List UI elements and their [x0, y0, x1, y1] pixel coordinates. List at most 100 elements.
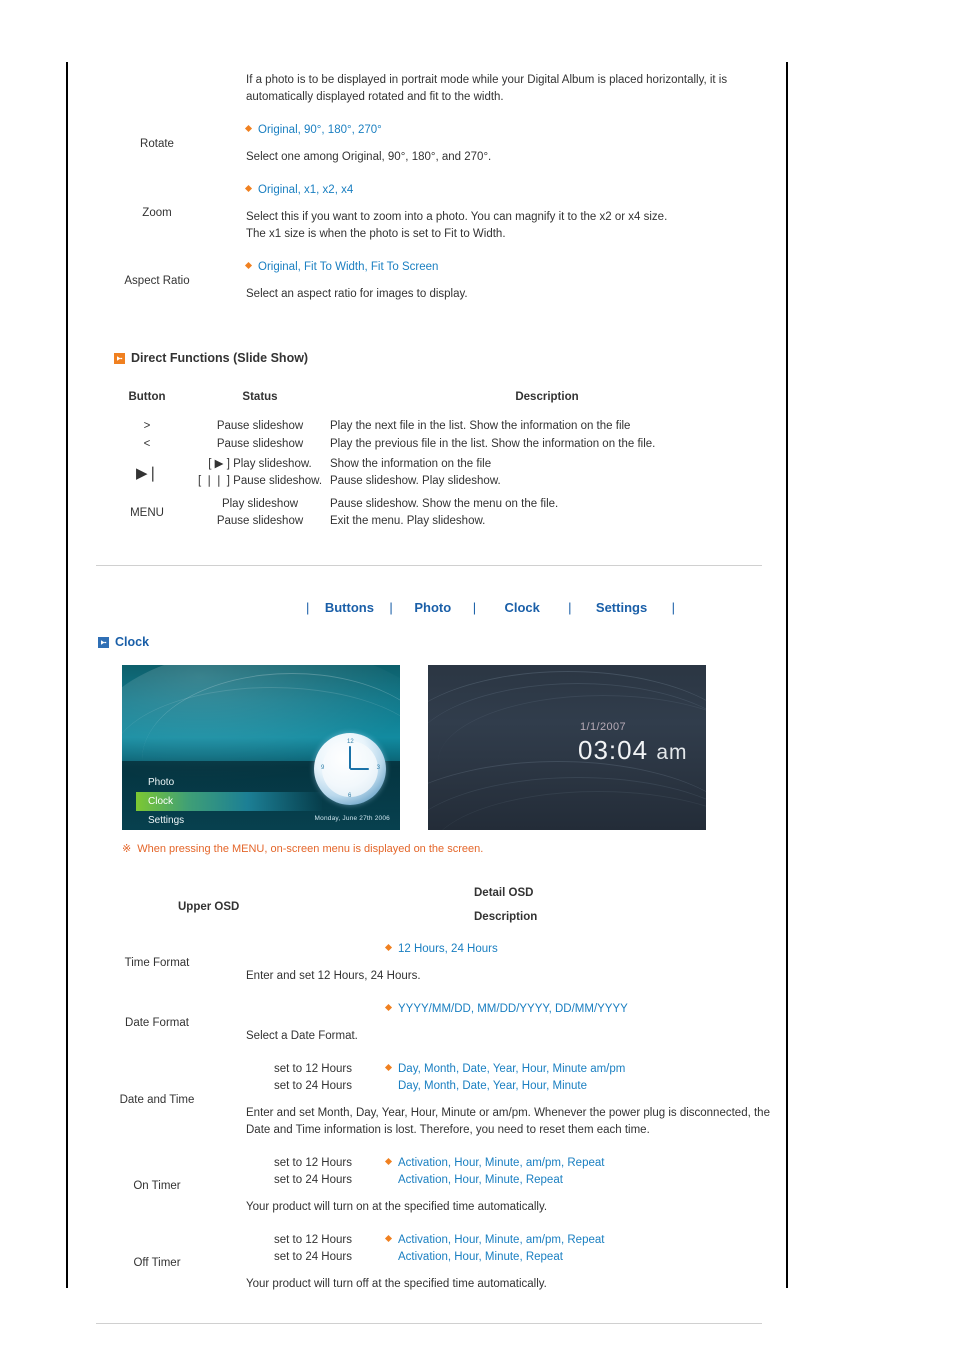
osd-value: Activation, Hour, Minute, Repeat [398, 1174, 563, 1186]
osd-description-line: Enter and set Month, Day, Year, Hour, Mi… [246, 1107, 770, 1119]
osd-pair: set to 24 Hours Activation, Hour, Minute… [246, 1249, 788, 1266]
cell-button-menu: MENU [130, 507, 164, 519]
cell-description: Play the previous file in the list. Show… [330, 438, 656, 450]
osd-pair: set to 12 Hours Activation, Hour, Minute… [246, 1232, 788, 1249]
note-mark-icon: ※ [122, 843, 132, 855]
osd-description-line: Date and Time information is lost. There… [246, 1124, 650, 1136]
osd-menu-item-clock[interactable]: Clock [136, 792, 322, 811]
bullet-diamond-icon [244, 261, 253, 270]
osd-condition: set to 24 Hours [274, 1080, 352, 1092]
screenshot-clock-menu: 12 3 6 9 Photo Clock Settings Monday, Ju… [122, 665, 400, 830]
osd-menu-item-settings[interactable]: Settings [136, 811, 322, 830]
osd-condition: set to 24 Hours [274, 1174, 352, 1186]
spec-label-zoom: Zoom [142, 206, 172, 219]
osd-condition: set to 12 Hours [274, 1234, 352, 1246]
clock-time-display: 03:04 am [578, 735, 688, 766]
clock-date-display: 1/1/2007 [580, 721, 627, 733]
osd-row-off-timer: Off Timer set to 12 Hours Activation, Ho… [68, 1232, 788, 1293]
osd-label-date-format: Date Format [125, 1017, 189, 1029]
osd-pair: YYYY/MM/DD, MM/DD/YYYY, DD/MM/YYYY [246, 1001, 788, 1018]
column-header-upper-osd: Upper OSD [178, 901, 240, 913]
table-header-row: Button Status Description [104, 387, 764, 417]
nav-separator: | [389, 600, 393, 615]
osd-value: Activation, Hour, Minute, am/pm, Repeat [384, 1155, 604, 1172]
screenshot-clock-fullscreen: 1/1/2007 03:04 am [428, 665, 706, 830]
spec-label-aspect-ratio: Aspect Ratio [124, 275, 190, 287]
nav-separator: | [671, 600, 675, 615]
cell-status-line: Pause slideshow [216, 515, 304, 527]
orange-arrow-icon [114, 352, 125, 364]
direct-functions-table: Button Status Description > Pause slides… [104, 387, 764, 533]
osd-condition: set to 12 Hours [274, 1157, 352, 1169]
cell-button-play-pause: ▶❘ [135, 465, 159, 482]
cell-description-line: Pause slideshow. Play slideshow. [330, 475, 501, 487]
osd-description-line: Your product will turn off at the specif… [246, 1278, 547, 1290]
cell-status-group: Play slideshow Pause slideshow [190, 493, 330, 533]
osd-pair: set to 24 Hours Day, Month, Date, Year, … [246, 1078, 788, 1095]
decor-wave [428, 791, 706, 830]
osd-value: Day, Month, Date, Year, Hour, Minute am/… [384, 1061, 625, 1078]
osd-menu-item-photo[interactable]: Photo [136, 773, 322, 792]
osd-condition: set to 12 Hours [274, 1063, 352, 1075]
heading-clock-label: Clock [115, 635, 150, 649]
heading-direct-functions: Direct Functions (Slide Show) [114, 351, 788, 365]
column-header-detail-osd: Detail OSD [474, 887, 534, 899]
nav-separator: | [568, 600, 572, 615]
spec-desc-aspect-ratio-1: Select an aspect ratio for images to dis… [246, 288, 468, 300]
photo-intro-text: If a photo is to be displayed in portrai… [246, 74, 728, 103]
cell-status-group: [ ▶ ] Play slideshow. [ ❘❘ ] Pause slide… [190, 453, 330, 493]
bullet-diamond-icon [244, 184, 253, 193]
decor-wave [428, 777, 706, 830]
osd-description-line: Select a Date Format. [246, 1030, 358, 1042]
spec-row-rotate: Rotate Original, 90°, 180°, 270° Select … [68, 122, 788, 166]
osd-row-date-format: Date Format YYYY/MM/DD, MM/DD/YYYY, DD/M… [68, 1001, 788, 1045]
decor-wave [428, 761, 706, 830]
spec-desc-zoom-1: Select this if you want to zoom into a p… [246, 211, 668, 223]
bullet-diamond-icon [384, 1234, 393, 1243]
osd-row-time-format: Time Format 12 Hours, 24 Hours Enter and… [68, 941, 788, 985]
osd-label-on-timer: On Timer [133, 1179, 181, 1192]
clock-number-9: 9 [321, 765, 325, 771]
cell-status-line: Play slideshow [221, 498, 299, 510]
cell-status-line: [ ▶ ] Play slideshow. [208, 458, 312, 470]
osd-condition: set to 24 Hours [274, 1251, 352, 1263]
clock-number-6: 6 [348, 793, 352, 799]
cell-button-next: > [143, 420, 151, 432]
clock-number-12: 12 [347, 739, 354, 745]
table-row: MENU Play slideshow Pause slideshow Paus… [104, 493, 764, 533]
bullet-diamond-icon [384, 1063, 393, 1072]
osd-pair: 12 Hours, 24 Hours [246, 941, 788, 958]
osd-value: Day, Month, Date, Year, Hour, Minute [398, 1080, 588, 1092]
spec-options-aspect-ratio: Original, Fit To Width, Fit To Screen [244, 259, 788, 276]
photo-intro-row: If a photo is to be displayed in portrai… [68, 72, 788, 106]
nav-link-settings[interactable]: Settings [574, 600, 670, 615]
cell-status: Pause slideshow [216, 420, 304, 432]
heading-direct-functions-label: Direct Functions (Slide Show) [131, 351, 309, 365]
osd-description-line: Enter and set 12 Hours, 24 Hours. [246, 970, 421, 982]
osd-value: Activation, Hour, Minute, Repeat [398, 1251, 563, 1263]
menu-note: ※ When pressing the MENU, on-screen menu… [122, 842, 788, 857]
table-row: ▶❘ [ ▶ ] Play slideshow. [ ❘❘ ] Pause sl… [104, 453, 764, 493]
nav-separator: | [306, 600, 310, 615]
nav-link-buttons[interactable]: Buttons [311, 600, 387, 615]
osd-label-time-format: Time Format [124, 957, 190, 969]
bullet-diamond-icon [384, 1157, 393, 1166]
spec-options-rotate: Original, 90°, 180°, 270° [244, 122, 788, 139]
osd-value: YYYY/MM/DD, MM/DD/YYYY, DD/MM/YYYY [384, 1001, 628, 1018]
page-content: If a photo is to be displayed in portrai… [68, 62, 788, 1324]
spec-options-zoom: Original, x1, x2, x4 [244, 182, 788, 199]
nav-link-photo[interactable]: Photo [395, 600, 471, 615]
page-nav-links: | Buttons | Photo | Clock | Settings | [68, 600, 788, 615]
osd-description-line: Your product will turn on at the specifi… [246, 1201, 548, 1213]
osd-date-text: Monday, June 27th 2006 [314, 815, 390, 822]
osd-value: 12 Hours, 24 Hours [384, 941, 498, 958]
clock-screenshots: 12 3 6 9 Photo Clock Settings Monday, Ju… [122, 665, 788, 830]
cell-description-group: Show the information on the file Pause s… [330, 453, 764, 493]
nav-separator: | [472, 600, 477, 615]
analog-clock-icon: 12 3 6 9 [314, 733, 386, 805]
clock-time-value: 03:04 [578, 735, 649, 765]
spec-row-aspect-ratio: Aspect Ratio Original, Fit To Width, Fit… [68, 259, 788, 303]
nav-link-clock[interactable]: Clock [478, 600, 566, 615]
cell-description: Play the next file in the list. Show the… [330, 420, 631, 432]
table-row: > Pause slideshow Play the next file in … [104, 417, 764, 435]
